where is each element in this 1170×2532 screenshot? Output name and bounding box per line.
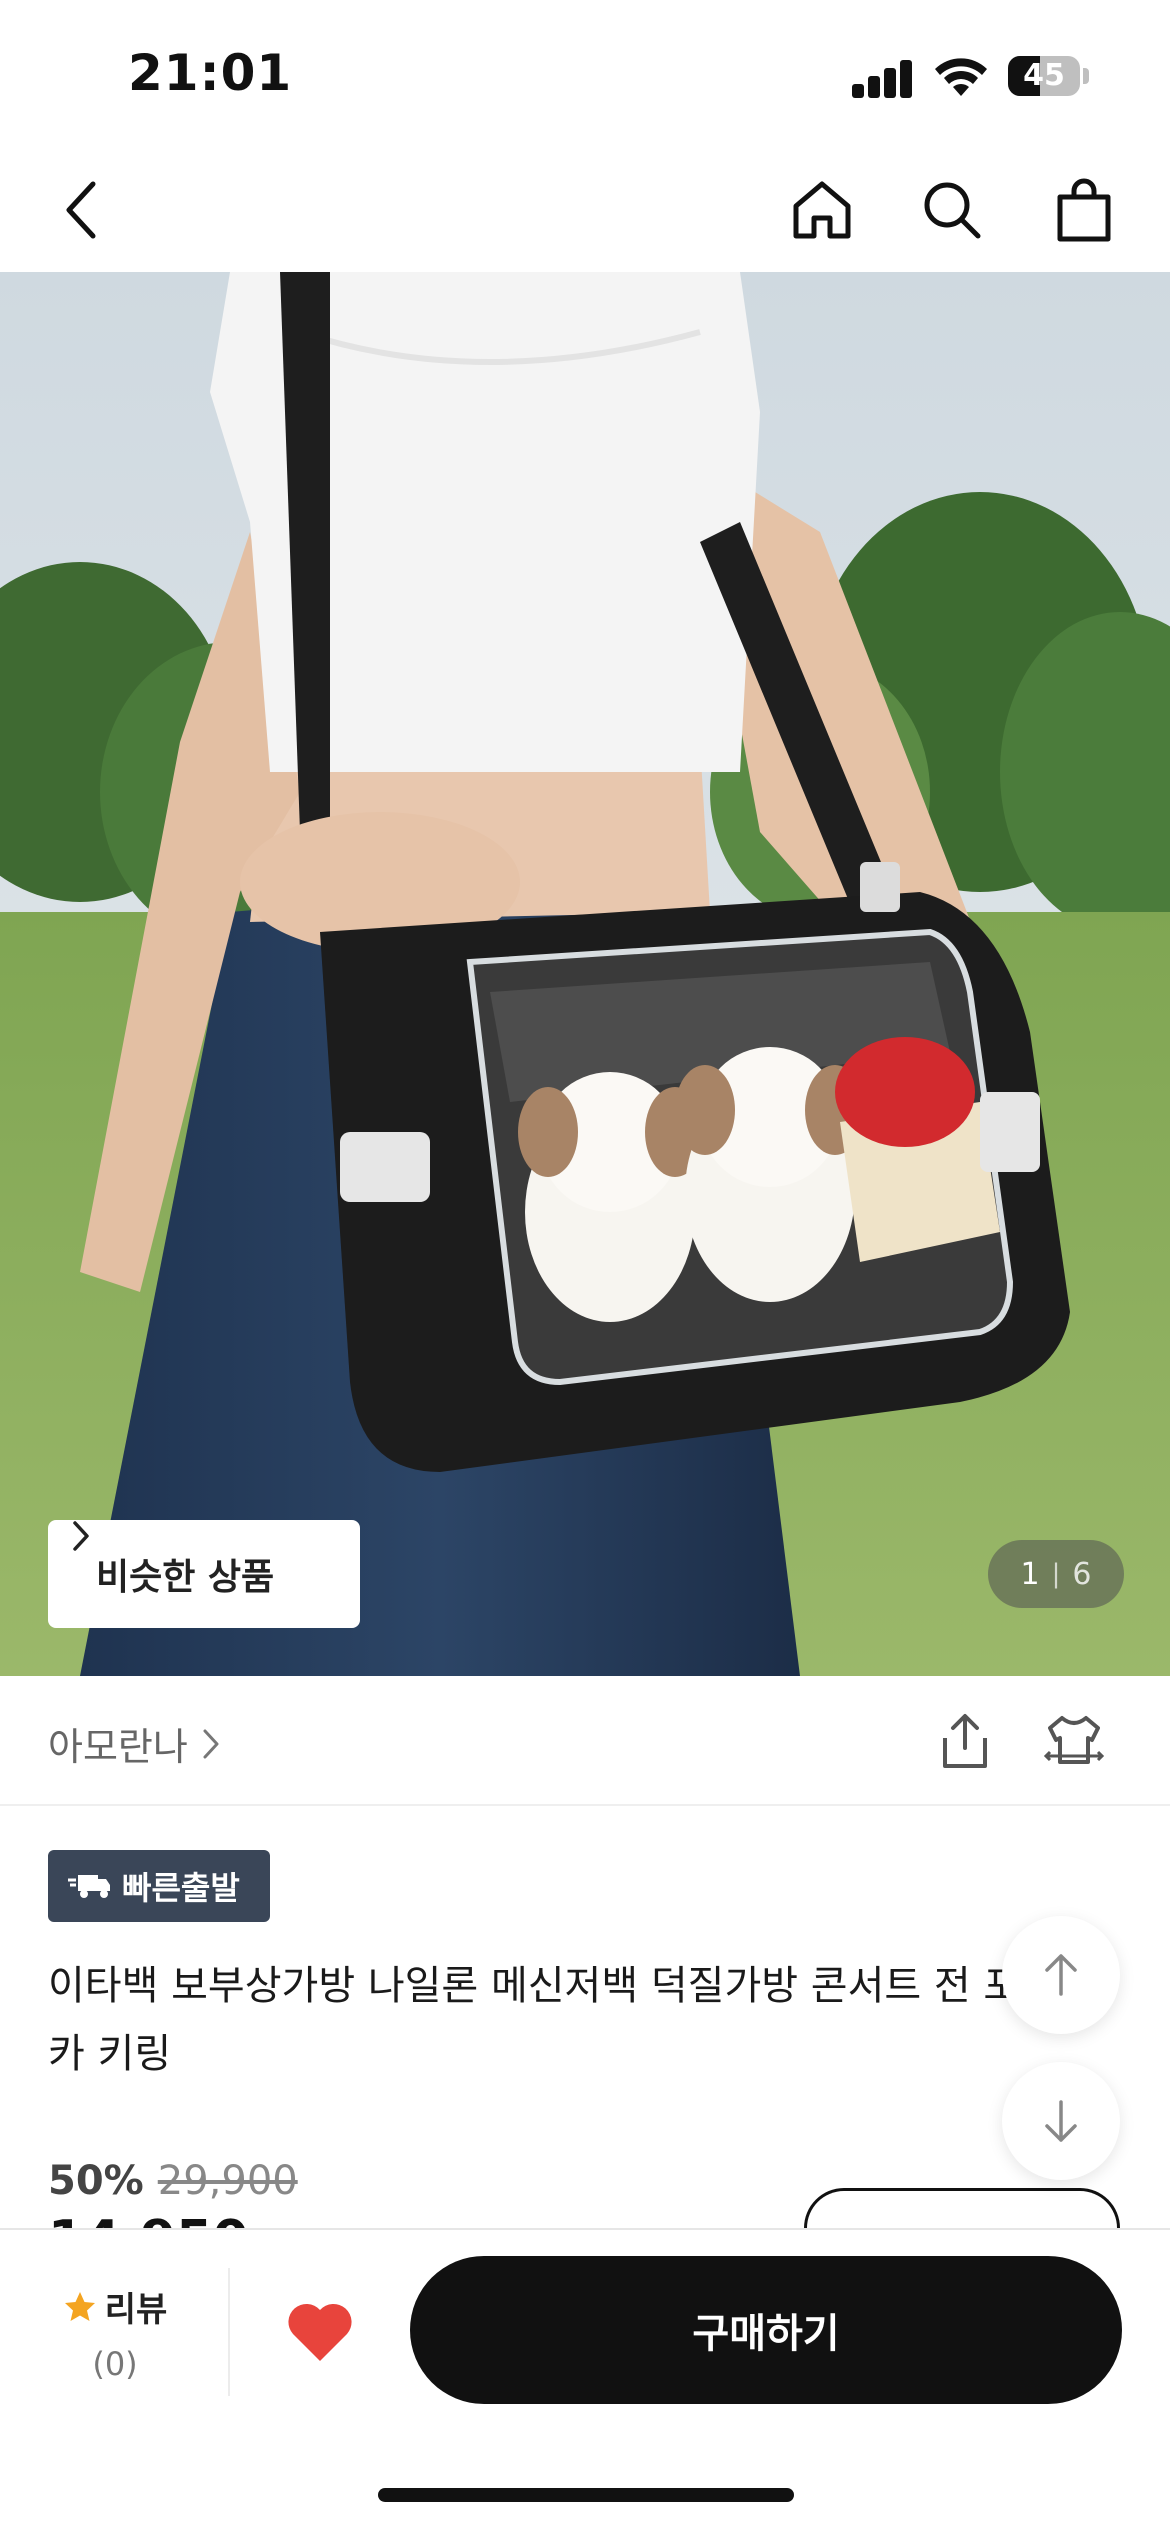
page-separator: | bbox=[1051, 1559, 1061, 1589]
fast-shipping-badge: 빠른출발 bbox=[48, 1850, 270, 1922]
original-price: 29,900 bbox=[157, 2158, 298, 2204]
battery-percent: 45 bbox=[1023, 58, 1065, 93]
sale-price: 14,950 bbox=[48, 2214, 268, 2228]
clothing-size-icon bbox=[1043, 1716, 1105, 1764]
review-summary[interactable]: 리뷰 (0) bbox=[56, 2282, 174, 2383]
home-indicator bbox=[378, 2488, 794, 2502]
brand-link[interactable]: 아모란나 bbox=[48, 1716, 220, 1771]
chevron-right-icon bbox=[203, 1729, 219, 1758]
heart-icon bbox=[288, 2303, 352, 2361]
divider bbox=[228, 2268, 230, 2396]
sale-price-partial: 14,950 bbox=[48, 2214, 268, 2228]
product-photo bbox=[0, 272, 1170, 1676]
shopping-bag-icon bbox=[1057, 178, 1111, 242]
review-label-row: 리뷰 bbox=[56, 2282, 174, 2331]
status-time: 21:01 bbox=[128, 44, 293, 102]
similar-products-button[interactable]: 비슷한 상품 bbox=[48, 1520, 360, 1628]
bottom-action-bar: 리뷰 (0) 구매하기 bbox=[0, 2228, 1170, 2532]
size-fit-button[interactable] bbox=[1036, 1706, 1112, 1776]
product-image-carousel[interactable]: 비슷한 상품 1 | 6 bbox=[0, 272, 1170, 1676]
home-icon bbox=[793, 181, 851, 239]
cellular-signal-icon bbox=[852, 60, 914, 98]
badge-label: 빠른출발 bbox=[122, 1869, 240, 1907]
arrow-down-icon bbox=[1045, 2100, 1077, 2142]
home-button[interactable] bbox=[782, 170, 862, 250]
delivery-truck-icon bbox=[68, 1875, 110, 1898]
search-icon bbox=[924, 182, 981, 239]
page-total: 6 bbox=[1072, 1556, 1092, 1592]
scroll-down-button[interactable] bbox=[1002, 2062, 1120, 2180]
arrow-up-icon bbox=[1045, 1954, 1077, 1996]
share-icon bbox=[943, 1714, 987, 1768]
brand-name: 아모란나 bbox=[48, 1725, 188, 1769]
battery-tip bbox=[1083, 68, 1089, 84]
product-title: 이타백 보부상가방 나일론 메신저백 덕질가방 콘서트 전 포카 키링 bbox=[48, 1963, 1021, 2077]
buy-button[interactable]: 구매하기 bbox=[410, 2256, 1122, 2404]
share-button[interactable] bbox=[930, 1706, 1000, 1776]
battery-icon: 45 bbox=[1008, 56, 1080, 96]
wifi-icon bbox=[935, 58, 987, 96]
back-icon bbox=[66, 181, 96, 239]
cart-button[interactable] bbox=[1044, 170, 1124, 250]
page-current: 1 bbox=[1020, 1556, 1040, 1592]
search-button[interactable] bbox=[912, 170, 992, 250]
scroll-up-button[interactable] bbox=[1002, 1916, 1120, 2034]
chevron-right-icon bbox=[73, 1521, 89, 1551]
discount-rate: 50% bbox=[48, 2158, 144, 2204]
price-row: 50% 29,900 bbox=[48, 2158, 298, 2204]
review-count: (0) bbox=[92, 2345, 138, 2383]
image-page-indicator: 1 | 6 bbox=[988, 1540, 1124, 1608]
review-label: 리뷰 bbox=[104, 2290, 168, 2330]
top-nav-bar bbox=[0, 150, 1170, 272]
back-button[interactable] bbox=[42, 170, 122, 250]
star-icon bbox=[64, 2291, 95, 2321]
like-button[interactable] bbox=[276, 2288, 364, 2376]
status-bar: 21:01 45 bbox=[0, 0, 1170, 150]
similar-products-label: 비슷한 상품 bbox=[96, 1557, 275, 1598]
brand-row: 아모란나 bbox=[0, 1676, 1170, 1806]
